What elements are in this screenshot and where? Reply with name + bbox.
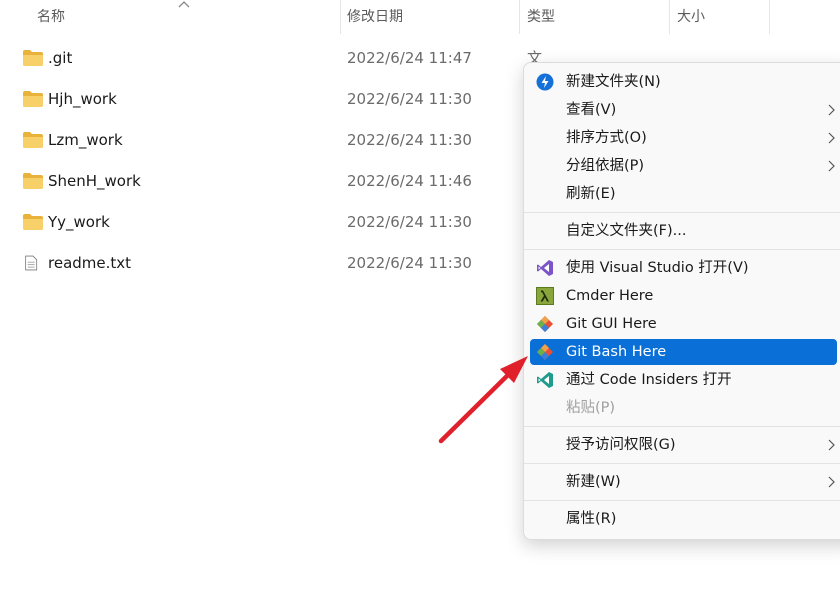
- menu-separator: [524, 463, 840, 464]
- menu-item-customize-folder[interactable]: 自定义文件夹(F)...: [530, 218, 837, 244]
- file-name: .git: [48, 49, 73, 67]
- context-menu: 新建文件夹(N) 查看(V) 排序方式(O) 分组依据(P) 刷新(E) 自定义: [523, 62, 840, 540]
- menu-separator: [524, 212, 840, 213]
- file-row[interactable]: Lzm_work 2022/6/24 11:30: [0, 120, 520, 161]
- menu-item-open-code-insiders[interactable]: 通过 Code Insiders 打开: [530, 367, 837, 393]
- menu-item-label: 新建(W): [566, 474, 621, 490]
- menu-item-label: 查看(V): [566, 102, 617, 118]
- menu-item-label: 使用 Visual Studio 打开(V): [566, 260, 749, 276]
- chevron-right-icon: [828, 132, 835, 144]
- visual-studio-icon: [537, 260, 553, 276]
- column-divider[interactable]: [519, 0, 520, 34]
- menu-item-refresh[interactable]: 刷新(E): [530, 181, 837, 207]
- menu-separator: [524, 500, 840, 501]
- file-name: Hjh_work: [48, 90, 117, 108]
- menu-item-git-gui-here[interactable]: Git GUI Here: [530, 311, 837, 337]
- menu-separator: [524, 426, 840, 427]
- menu-item-paste[interactable]: 粘贴(P): [530, 395, 837, 421]
- menu-item-label: 授予访问权限(G): [566, 437, 676, 453]
- file-name: ShenH_work: [48, 172, 141, 190]
- git-bash-icon: [537, 344, 553, 360]
- menu-item-git-bash-here[interactable]: Git Bash Here: [530, 339, 837, 365]
- menu-item-label: 粘贴(P): [566, 400, 616, 416]
- sort-ascending-icon: [178, 1, 190, 8]
- file-modified: 2022/6/24 11:30: [347, 90, 472, 108]
- cmder-lambda-icon: [536, 287, 554, 305]
- column-header-size[interactable]: 大小: [677, 0, 705, 34]
- file-row[interactable]: readme.txt 2022/6/24 11:30: [0, 243, 520, 284]
- menu-item-label: 刷新(E): [566, 186, 616, 202]
- menu-item-open-visual-studio[interactable]: 使用 Visual Studio 打开(V): [530, 255, 837, 281]
- chevron-right-icon: [828, 160, 835, 172]
- file-modified: 2022/6/24 11:46: [347, 172, 472, 190]
- file-row[interactable]: .git 2022/6/24 11:47 文件夹: [0, 38, 542, 149]
- file-row[interactable]: ShenH_work 2022/6/24 11:46: [0, 161, 520, 202]
- file-name: readme.txt: [48, 254, 132, 272]
- folder-icon: [23, 91, 43, 107]
- menu-item-grant-access[interactable]: 授予访问权限(G): [530, 432, 837, 458]
- folder-icon: [23, 173, 43, 189]
- file-explorer-window: 名称 修改日期 类型 大小 .git 2022/6/24 11:47 文件夹 H…: [0, 0, 840, 597]
- column-header-name[interactable]: 名称: [37, 0, 65, 34]
- file-modified: 2022/6/24 11:47: [347, 49, 472, 67]
- menu-item-label: 通过 Code Insiders 打开: [566, 372, 732, 388]
- column-divider[interactable]: [769, 0, 770, 34]
- menu-item-group-by[interactable]: 分组依据(P): [530, 153, 837, 179]
- menu-item-label: 分组依据(P): [566, 158, 645, 174]
- file-modified: 2022/6/24 11:30: [347, 213, 472, 231]
- column-divider[interactable]: [340, 0, 341, 34]
- chevron-right-icon: [828, 476, 835, 488]
- vscode-insiders-icon: [537, 372, 553, 388]
- chevron-right-icon: [828, 104, 835, 116]
- chevron-right-icon: [828, 439, 835, 451]
- menu-item-label: Cmder Here: [566, 288, 654, 304]
- menu-item-properties[interactable]: 属性(R): [530, 506, 837, 532]
- new-folder-icon: [536, 73, 554, 91]
- menu-item-label: 新建文件夹(N): [566, 74, 661, 90]
- menu-item-label: 自定义文件夹(F)...: [566, 223, 687, 239]
- menu-item-view[interactable]: 查看(V): [530, 97, 837, 123]
- file-name: Lzm_work: [48, 131, 123, 149]
- menu-item-sort-by[interactable]: 排序方式(O): [530, 125, 837, 151]
- file-modified: 2022/6/24 11:30: [347, 131, 472, 149]
- git-gui-icon: [537, 316, 553, 332]
- menu-item-label: 属性(R): [566, 511, 617, 527]
- column-divider[interactable]: [669, 0, 670, 34]
- column-header-bar: 名称 修改日期 类型 大小: [0, 0, 840, 34]
- column-header-modified[interactable]: 修改日期: [347, 0, 403, 34]
- file-name: Yy_work: [48, 213, 110, 231]
- folder-icon: [23, 50, 43, 66]
- file-modified: 2022/6/24 11:30: [347, 254, 472, 272]
- menu-item-label: Git Bash Here: [566, 344, 667, 360]
- folder-icon: [23, 132, 43, 148]
- file-row[interactable]: Hjh_work 2022/6/24 11:30: [0, 79, 520, 120]
- menu-item-new-folder[interactable]: 新建文件夹(N): [530, 69, 837, 95]
- menu-item-label: 排序方式(O): [566, 130, 647, 146]
- menu-item-label: Git GUI Here: [566, 316, 657, 332]
- menu-item-new[interactable]: 新建(W): [530, 469, 837, 495]
- text-file-icon: [25, 255, 38, 271]
- menu-item-cmder-here[interactable]: Cmder Here: [530, 283, 837, 309]
- column-header-type[interactable]: 类型: [527, 0, 555, 34]
- menu-separator: [524, 249, 840, 250]
- folder-icon: [23, 214, 43, 230]
- file-row[interactable]: Yy_work 2022/6/24 11:30: [0, 202, 520, 243]
